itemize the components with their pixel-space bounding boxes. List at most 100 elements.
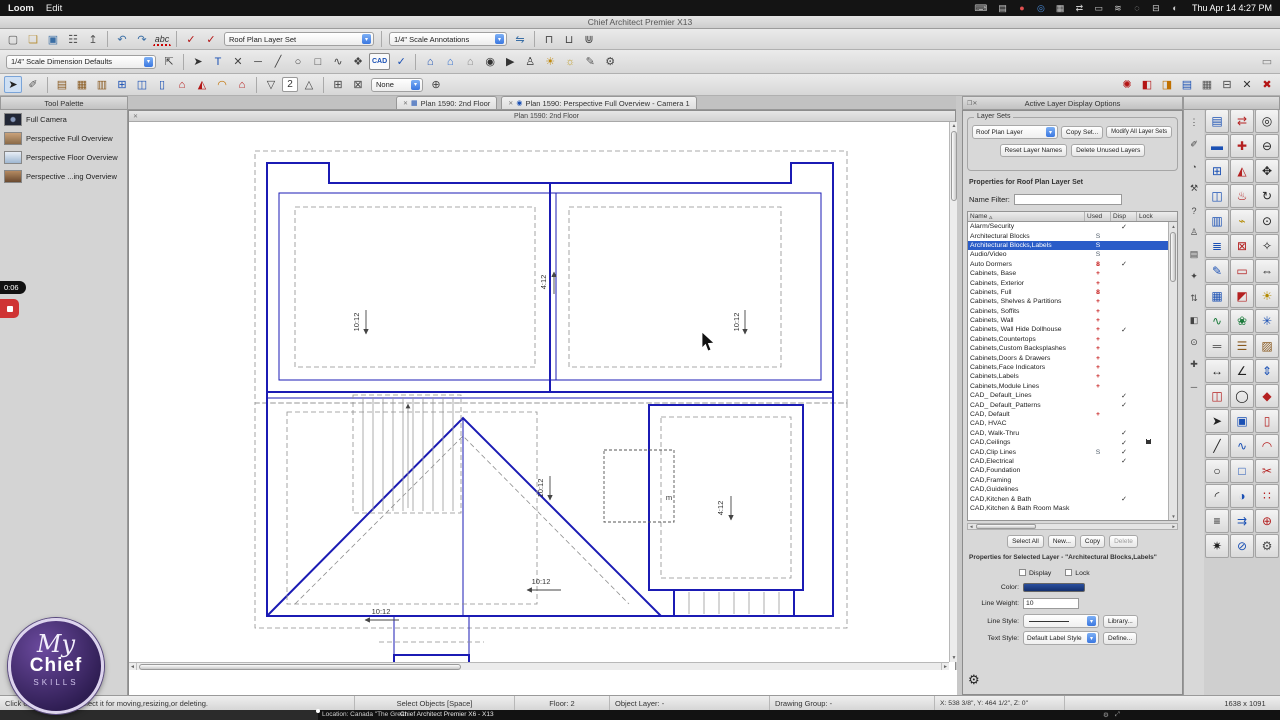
text-note-icon[interactable]: ✎: [1205, 259, 1229, 283]
help-icon[interactable]: ?: [1187, 204, 1201, 217]
delete-layer-button[interactable]: Delete: [1109, 535, 1138, 548]
select-objects-icon[interactable]: ➤: [4, 76, 22, 93]
text-style-select[interactable]: Default Label Style ▾: [1023, 631, 1099, 645]
video-controls[interactable]: ⚙ ⤢: [1103, 711, 1120, 719]
layer-table-scrollbar[interactable]: ▲ ▼: [1168, 222, 1177, 520]
reference-floor-dropdown[interactable]: None ▾: [371, 77, 423, 92]
undo-icon[interactable]: ↶: [113, 31, 131, 48]
camera-tool-icon[interactable]: ◉: [481, 53, 499, 70]
wall-tools-icon[interactable]: ⌂: [421, 53, 439, 70]
magnify-icon[interactable]: ◎: [1255, 109, 1279, 133]
bluetooth-icon[interactable]: ⇄: [1074, 2, 1084, 14]
layer-row[interactable]: CAD,Electrical ✓: [968, 457, 1177, 466]
scrollbar-thumb[interactable]: [139, 663, 461, 670]
marker-icon[interactable]: ◆: [1255, 384, 1279, 408]
layer-row[interactable]: CAD,Foundation: [968, 466, 1177, 475]
layer-display-checkmark[interactable]: ✓: [1111, 448, 1137, 456]
tab-close-icon[interactable]: ✕: [403, 100, 408, 107]
panel-settings-gear-icon[interactable]: ⚙: [968, 672, 980, 688]
column-lock[interactable]: Lock: [1137, 212, 1159, 221]
layer-set-check-icon[interactable]: ✓: [202, 31, 220, 48]
scrollbar-thumb[interactable]: [950, 131, 957, 201]
layer-lock-cell[interactable]: [1137, 439, 1159, 446]
line-tool-icon[interactable]: ─: [249, 53, 267, 70]
add-icon[interactable]: ✚: [1187, 358, 1201, 371]
hammer-icon[interactable]: ⚒: [1187, 182, 1201, 195]
interior-dimension-icon[interactable]: ⊓: [540, 31, 558, 48]
dimension-defaults-dropdown[interactable]: 1/4" Scale Dimension Defaults ▾: [6, 54, 156, 69]
rect-icon[interactable]: □: [1230, 459, 1254, 483]
deck-icon[interactable]: ▨: [1255, 334, 1279, 358]
spline-tool-icon[interactable]: ∿: [329, 53, 347, 70]
catalog-icon[interactable]: ▦: [73, 76, 91, 93]
color-swatch-button[interactable]: [1023, 583, 1085, 592]
trim-icon[interactable]: ✂: [1255, 459, 1279, 483]
tab-plan-2nd-floor[interactable]: ✕ ▦ Plan 1590: 2nd Floor: [396, 96, 498, 109]
point-marker-icon[interactable]: ❖: [349, 53, 367, 70]
layer-set-select[interactable]: Roof Plan Layer ▾: [972, 125, 1058, 139]
electrical-icon[interactable]: ⌁: [1230, 209, 1254, 233]
menu-edit[interactable]: Edit: [46, 3, 62, 14]
circle-tool-icon[interactable]: ○: [289, 53, 307, 70]
loom-stop-button[interactable]: [0, 299, 19, 318]
arc-icon[interactable]: ◠: [1255, 434, 1279, 458]
window-tool-icon[interactable]: ⊞: [113, 76, 131, 93]
layer-row[interactable]: CAD_ Default_Patterns ✓: [968, 400, 1177, 410]
pattern-icon[interactable]: ▦: [1198, 76, 1216, 93]
layer-display-checkmark[interactable]: ✓: [1111, 260, 1137, 268]
deck-tools-icon[interactable]: ⌂: [441, 53, 459, 70]
blend-colors-icon[interactable]: ◨: [1158, 76, 1176, 93]
display-checkbox[interactable]: Display: [1019, 569, 1051, 577]
layer-row[interactable]: Cabinets, Wall Hide Dollhouse + ✓: [968, 325, 1177, 334]
layer-row[interactable]: Cabinets, Wall +: [968, 316, 1177, 325]
fire-icon[interactable]: ♨: [1230, 184, 1254, 208]
layer-row[interactable]: Cabinets,Labels +: [968, 372, 1177, 381]
layer-row[interactable]: CAD,Guidelines: [968, 485, 1177, 494]
layer-display-checkmark[interactable]: ✓: [1111, 429, 1137, 437]
layer-display-checkmark[interactable]: ✓: [1111, 457, 1137, 465]
print-icon[interactable]: ☷: [64, 31, 82, 48]
ruler-icon[interactable]: ─: [1187, 380, 1201, 393]
layer-row[interactable]: CAD,Framing: [968, 476, 1177, 485]
open-plan-icon[interactable]: ❏: [24, 31, 42, 48]
menu-clock[interactable]: Thu Apr 14 4:27 PM: [1192, 3, 1272, 13]
layer-row[interactable]: CAD,Kitchen & Bath Room Mask: [968, 504, 1177, 513]
delete-all-icon[interactable]: ✖: [1258, 76, 1276, 93]
walk-icon[interactable]: ♙: [1187, 226, 1201, 239]
fence-icon[interactable]: ☰: [1230, 334, 1254, 358]
roof-tool-icon[interactable]: ◭: [193, 76, 211, 93]
layer-row[interactable]: Alarm/Security ✓: [968, 222, 1177, 231]
new-layer-button[interactable]: New...: [1047, 535, 1076, 548]
reference-display-icon[interactable]: ⊠: [349, 76, 367, 93]
array-icon[interactable]: ∷: [1255, 484, 1279, 508]
cabinet-tool-icon[interactable]: ▯: [153, 76, 171, 93]
window-grid-icon[interactable]: ⊞: [1205, 159, 1229, 183]
circle-icon[interactable]: ○: [1205, 459, 1229, 483]
floor-up-icon[interactable]: △: [300, 76, 318, 93]
redo-icon[interactable]: ↷: [133, 31, 151, 48]
people-icon[interactable]: ♙: [521, 53, 539, 70]
sun-icon[interactable]: ☀: [541, 53, 559, 70]
tool-palette-item[interactable]: Perspective ...ing Overview: [0, 167, 127, 186]
layer-display-checkmark[interactable]: ✓: [1111, 401, 1137, 409]
search-icon[interactable]: ◌: [1132, 2, 1142, 14]
auto-dimension-icon[interactable]: ⋓: [580, 31, 598, 48]
elevation-icon[interactable]: ⇕: [1255, 359, 1279, 383]
column-used[interactable]: Used: [1085, 212, 1111, 221]
snap-icon[interactable]: ⊙: [1187, 336, 1201, 349]
menu-app-name[interactable]: Loom: [8, 3, 34, 14]
cabinet-icon[interactable]: ▥: [1205, 209, 1229, 233]
modify-all-layer-sets-button[interactable]: Modify All Layer Sets: [1106, 126, 1173, 138]
layer-row[interactable]: Architectural Blocks,Labels S: [968, 240, 1177, 251]
panel-icon[interactable]: ▤: [1187, 248, 1201, 261]
layer-row[interactable]: Cabinets,Countertops +: [968, 335, 1177, 344]
line-style-select[interactable]: ▾: [1023, 614, 1099, 628]
floor-plan-svg[interactable]: 4:12 10:12 10:12 10:12 4:12 10:12 10:12 m: [129, 122, 949, 662]
library-browser-icon[interactable]: ▤: [53, 76, 71, 93]
paint-sprayer-icon[interactable]: ✺: [1118, 76, 1136, 93]
stats-icon[interactable]: ▦: [1055, 2, 1066, 14]
panel-dock-icon[interactable]: ❐✕: [967, 100, 977, 107]
sun-angle-icon[interactable]: ☀: [1255, 284, 1279, 308]
scroll-right-icon[interactable]: ►: [1171, 524, 1177, 529]
display-icon[interactable]: ▤: [997, 2, 1008, 14]
